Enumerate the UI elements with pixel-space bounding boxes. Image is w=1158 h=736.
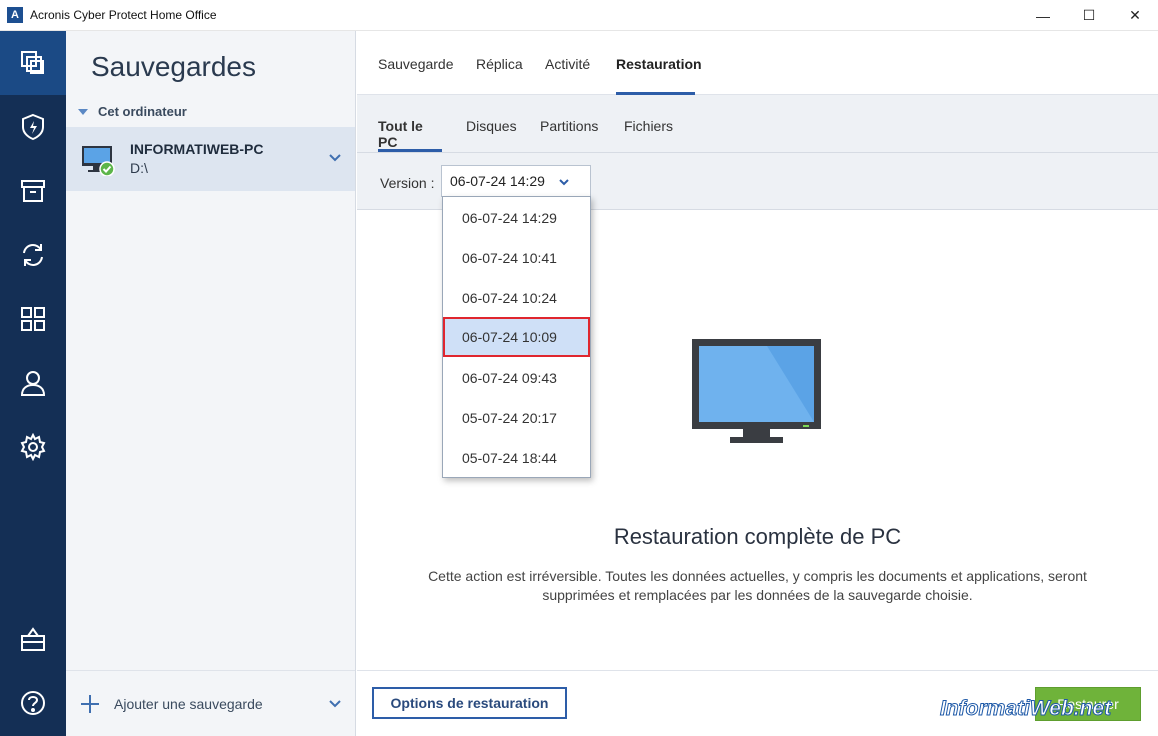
version-label: Version : — [380, 175, 435, 191]
version-option[interactable]: 05-07-24 20:17 — [443, 398, 590, 438]
backup-drive: D:\ — [130, 160, 148, 176]
minimize-button[interactable]: — — [1020, 0, 1066, 31]
maximize-button[interactable]: ☐ — [1066, 0, 1112, 31]
version-select[interactable]: 06-07-24 14:29 — [441, 165, 591, 197]
restore-subbar: Tout le PC Disques Partitions Fichiers V… — [357, 95, 1158, 210]
settings-icon — [20, 433, 46, 461]
content-title: Restauration complète de PC — [613, 524, 902, 549]
version-dropdown: 06-07-24 14:29 06-07-24 10:41 06-07-24 1… — [442, 196, 591, 478]
account-icon — [20, 371, 46, 396]
tools-icon — [21, 307, 45, 331]
computer-icon — [82, 146, 115, 176]
close-button[interactable]: ✕ — [1112, 0, 1158, 31]
tab-activite[interactable]: Activité — [545, 56, 590, 95]
watermark-text: InformatiWeb.net — [939, 697, 1112, 721]
window-title: Acronis Cyber Protect Home Office — [30, 8, 217, 22]
subtab-fichiers[interactable]: Fichiers — [624, 118, 673, 152]
restore-options-button[interactable]: Options de restauration — [372, 687, 567, 719]
tab-replica[interactable]: Réplica — [476, 56, 523, 95]
rail-protection[interactable] — [0, 95, 66, 159]
panel-title: Sauvegardes — [91, 51, 257, 82]
chevron-down-icon[interactable] — [328, 151, 342, 165]
subtab-disques[interactable]: Disques — [466, 118, 517, 152]
rail-store[interactable] — [0, 607, 66, 671]
rail-account[interactable] — [0, 351, 66, 415]
acronis-logo-icon: A — [7, 7, 23, 23]
rail-help[interactable] — [0, 671, 66, 735]
backup-name: INFORMATIWEB-PC — [130, 141, 264, 157]
archive-icon — [21, 180, 45, 202]
store-icon — [21, 627, 45, 651]
subtab-partitions[interactable]: Partitions — [540, 118, 598, 152]
section-label: Cet ordinateur — [98, 104, 187, 119]
version-option[interactable]: 06-07-24 09:43 — [443, 358, 590, 398]
version-option[interactable]: 06-07-24 14:29 — [443, 198, 590, 238]
add-backup-button[interactable]: Ajouter une sauvegarde — [66, 670, 355, 736]
title-bar: A Acronis Cyber Protect Home Office — ☐ … — [0, 0, 1158, 31]
protection-icon — [22, 113, 44, 141]
subbar-divider — [357, 152, 1158, 153]
rail-archive[interactable] — [0, 159, 66, 223]
tab-sauvegarde[interactable]: Sauvegarde — [378, 56, 454, 95]
sync-icon — [23, 244, 43, 266]
rail-sync[interactable] — [0, 223, 66, 287]
version-option-highlighted[interactable]: 06-07-24 10:09 — [443, 317, 590, 357]
subtab-tout-le-pc[interactable]: Tout le PC — [378, 118, 442, 152]
backups-icon — [21, 51, 44, 74]
backups-panel: Sauvegardes Cet ordinateur INFORMATIWEB-… — [66, 31, 356, 736]
content-description: Cette action est irréversible. Toutes le… — [428, 568, 1087, 603]
tab-restauration[interactable]: Restauration — [616, 56, 702, 95]
nav-rail — [0, 31, 66, 736]
rail-settings[interactable] — [0, 415, 66, 479]
window-controls: — ☐ ✕ — [1020, 0, 1158, 31]
help-icon — [21, 691, 45, 715]
plus-icon — [81, 694, 99, 713]
section-this-computer[interactable]: Cet ordinateur — [78, 104, 187, 119]
rail-backups[interactable] — [0, 31, 66, 95]
monitor-illustration-icon — [692, 339, 821, 443]
version-selected-value: 06-07-24 14:29 — [450, 173, 545, 189]
backup-item[interactable]: INFORMATIWEB-PC D:\ — [66, 127, 355, 191]
caret-down-icon — [78, 108, 88, 115]
main-tabs: Sauvegarde Réplica Activité Restauration — [357, 31, 1158, 95]
add-backup-label: Ajouter une sauvegarde — [114, 695, 263, 712]
version-option[interactable]: 05-07-24 18:44 — [443, 438, 590, 478]
version-option[interactable]: 06-07-24 10:24 — [443, 278, 590, 318]
main-area: Sauvegarde Réplica Activité Restauration… — [357, 31, 1158, 736]
version-option[interactable]: 06-07-24 10:41 — [443, 238, 590, 278]
rail-tools[interactable] — [0, 287, 66, 351]
chevron-down-icon[interactable] — [328, 697, 342, 711]
chevron-down-icon — [559, 179, 569, 186]
